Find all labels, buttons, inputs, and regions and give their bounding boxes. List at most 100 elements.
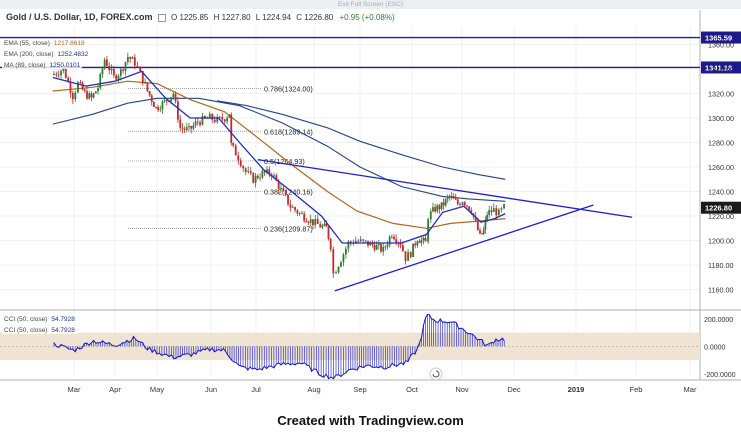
candle-body	[172, 93, 175, 98]
candle-body	[444, 199, 447, 206]
candle-body	[105, 59, 108, 66]
candle-body	[294, 207, 296, 211]
candle-body	[438, 205, 441, 210]
candle-body	[256, 175, 259, 179]
cci2-label: CCI (50, close)	[4, 327, 48, 334]
candle-body	[234, 145, 237, 156]
candle-body	[434, 207, 437, 212]
candle-body	[488, 210, 491, 215]
candle-body	[497, 209, 500, 216]
candle-body	[420, 240, 423, 243]
candle-body	[442, 202, 445, 206]
candle-body	[239, 160, 242, 167]
candle-body	[94, 91, 97, 94]
reset-icon[interactable]	[429, 367, 443, 381]
candle-body	[466, 205, 468, 207]
exit-fullscreen-text: Exit Full Screen (ESC)	[337, 1, 404, 8]
candle-body	[228, 114, 231, 118]
ohlc-open: O 1225.85	[171, 13, 209, 22]
time-axis-tick: Aug	[307, 385, 320, 394]
ma-value: 1250.0101	[49, 62, 81, 69]
candle-body	[402, 245, 404, 252]
candle-body	[131, 57, 134, 59]
ma-legend[interactable]: MA (89, close) 1250.0101	[2, 62, 83, 69]
candle-body	[289, 204, 292, 208]
cci1-legend[interactable]: CCI (50, close) 54.7928	[2, 316, 77, 323]
price-axis-tick: 1340.00	[708, 65, 734, 74]
candle-body	[174, 93, 177, 102]
candle-body	[296, 210, 299, 214]
candle-body	[424, 237, 427, 242]
price-axis-tick: 1280.00	[708, 138, 734, 147]
price-chart[interactable]: 0.786(1324.00)0.618(1289.14)0.5(1264.93)…	[0, 0, 741, 439]
price-axis-tick: 1260.00	[708, 163, 734, 172]
price-axis-tick: 1160.00	[708, 286, 733, 295]
candle-body	[409, 252, 412, 257]
candle-body	[291, 207, 294, 208]
candle-body	[282, 188, 285, 192]
candle-body	[332, 249, 335, 274]
candle-body	[170, 97, 173, 102]
exit-fullscreen-banner[interactable]: Exit Full Screen (ESC)	[0, 0, 741, 9]
candle-body	[90, 93, 93, 98]
cci2-legend[interactable]: CCI (50, close) 54.7928	[2, 327, 77, 334]
candle-body	[150, 95, 153, 102]
candle-body	[103, 59, 106, 69]
candle-body	[337, 266, 340, 273]
candle-body	[298, 212, 301, 214]
price-axis-tick: 1180.00	[708, 261, 733, 270]
candle-body	[129, 57, 132, 59]
candle-body	[221, 116, 224, 120]
time-axis-tick: May	[150, 385, 164, 394]
candle-body	[79, 82, 82, 83]
candle-body	[254, 175, 257, 183]
price-axis-tick: 1320.00	[708, 89, 734, 98]
ohlc-high: H 1227.80	[213, 13, 251, 22]
fib-level-label: 0.236(1209.87)	[264, 224, 313, 233]
candle-body	[192, 125, 195, 129]
candle-body	[181, 127, 184, 129]
time-axis-tick: Mar	[684, 385, 697, 394]
candle-body	[436, 205, 439, 212]
candle-body	[284, 191, 287, 195]
candle-body	[380, 243, 382, 252]
candle-body	[99, 73, 102, 89]
candle-body	[199, 122, 201, 125]
footer-credit: Created with Tradingview.com	[0, 410, 741, 439]
candle-body	[226, 117, 229, 122]
ohlc-close: C 1226.80	[296, 13, 334, 22]
time-axis-tick: Dec	[507, 385, 521, 394]
price-axis-tick: 1360.00	[708, 40, 734, 49]
candle-body	[60, 70, 62, 75]
candle-body	[155, 106, 157, 108]
candle-body	[92, 93, 95, 98]
candle-body	[412, 243, 414, 257]
candle-body	[161, 101, 164, 110]
candle-body	[414, 243, 417, 246]
candle-body	[179, 119, 182, 128]
candle-body	[108, 65, 111, 71]
candle-body	[259, 177, 262, 179]
candle-body	[305, 220, 308, 223]
ema1-legend[interactable]: EMA (55, close) 1217.8618	[2, 40, 87, 47]
candle-body	[416, 241, 419, 246]
candle-body	[314, 219, 317, 226]
price-axis-tick: 1200.00	[708, 237, 734, 246]
candle-body	[188, 126, 190, 128]
candle-body	[117, 75, 120, 80]
candle-body	[252, 172, 255, 183]
candle-body	[177, 101, 179, 120]
time-axis-tick: Apr	[109, 385, 121, 394]
ema2-legend[interactable]: EMA (200, close) 1252.4832	[2, 51, 91, 58]
candle-body	[486, 214, 489, 220]
time-axis-tick: Oct	[406, 385, 419, 394]
candle-body	[64, 67, 67, 78]
candle-body	[340, 262, 342, 267]
candle-body	[303, 213, 306, 221]
time-axis-tick: Nov	[455, 385, 469, 394]
candle-body	[357, 240, 360, 242]
candle-body	[115, 75, 118, 80]
candle-body	[57, 74, 60, 76]
candle-body	[479, 230, 481, 234]
candle-body	[146, 82, 149, 92]
